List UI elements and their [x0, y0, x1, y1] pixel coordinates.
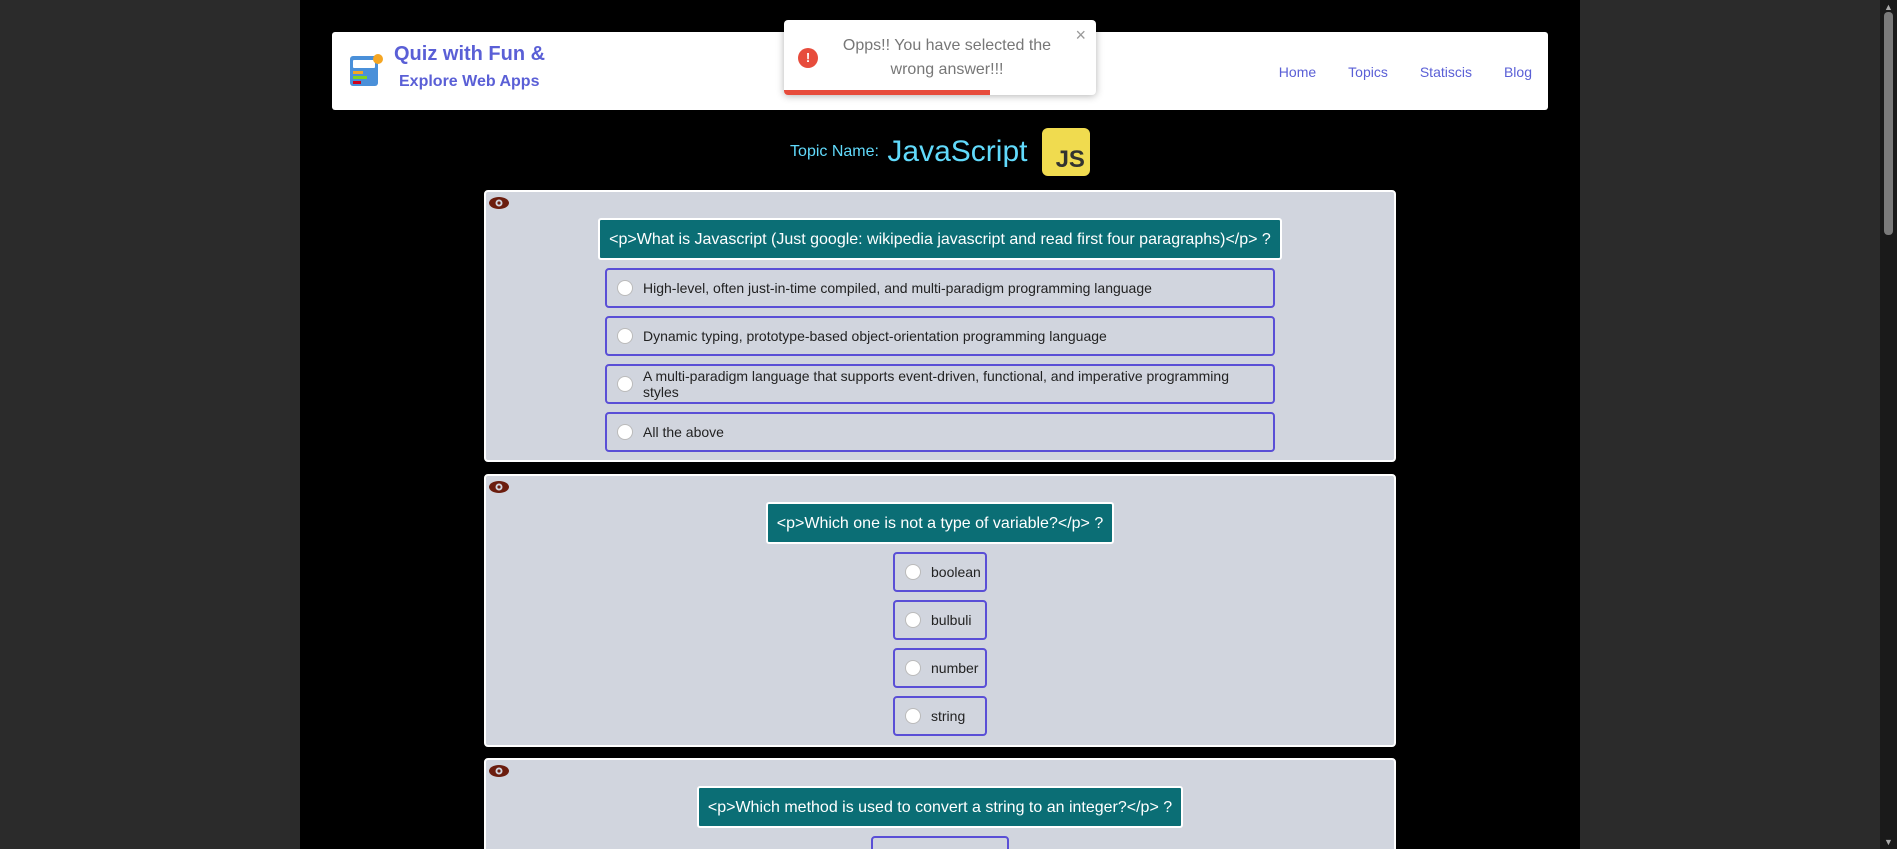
question-text: <p>What is Javascript (Just google: wiki…	[598, 218, 1282, 260]
scroll-down-icon[interactable]: ▼	[1884, 837, 1893, 847]
toast-message: Opps!! You have selected the wrong answe…	[842, 37, 1052, 78]
nav-link-topics[interactable]: Topics	[1348, 64, 1388, 80]
nav-links: Home Topics Statiscis Blog	[1247, 64, 1532, 80]
javascript-logo-icon: JS	[1041, 128, 1090, 176]
eye-icon[interactable]	[488, 196, 510, 210]
answer-option[interactable]: bulbuli	[893, 600, 987, 640]
radio-button[interactable]	[905, 660, 921, 676]
question-card: <p>What is Javascript (Just google: wiki…	[484, 190, 1396, 462]
radio-button[interactable]	[617, 424, 633, 440]
option-label: Dynamic typing, prototype-based object-o…	[643, 328, 1107, 344]
topic-header: Topic Name: JavaScript JS	[300, 128, 1580, 176]
error-toast: ! Opps!! You have selected the wrong ans…	[784, 20, 1096, 95]
question-card: <p>Which method is used to convert a str…	[484, 758, 1396, 849]
radio-button[interactable]	[905, 708, 921, 724]
nav-link-statistics[interactable]: Statiscis	[1420, 64, 1472, 80]
page: Quiz with Fun & Explore Web Apps Home To…	[300, 0, 1580, 849]
radio-button[interactable]	[905, 612, 921, 628]
option-label: All the above	[643, 424, 724, 440]
close-icon[interactable]: ×	[1075, 25, 1086, 46]
options-list	[486, 836, 1394, 849]
nav-link-home[interactable]: Home	[1279, 64, 1316, 80]
question-text: <p>Which one is not a type of variable?<…	[765, 502, 1115, 544]
option-label: A multi-paradigm language that supports …	[643, 368, 1229, 400]
scrollbar[interactable]: ▲ ▼	[1880, 0, 1897, 849]
answer-option[interactable]: A multi-paradigm language that supports …	[605, 364, 1275, 404]
answer-option[interactable]: All the above	[605, 412, 1275, 452]
question-card: <p>Which one is not a type of variable?<…	[484, 474, 1396, 747]
option-label: boolean	[931, 564, 981, 580]
eye-icon[interactable]	[488, 764, 510, 778]
topic-name: JavaScript	[887, 135, 1028, 168]
radio-button[interactable]	[617, 280, 633, 296]
topic-label: Topic Name:	[790, 143, 879, 160]
scroll-up-icon[interactable]: ▲	[1884, 2, 1893, 12]
option-label: number	[931, 660, 979, 676]
question-text: <p>Which method is used to convert a str…	[696, 786, 1184, 828]
brand-line-1[interactable]: Quiz with Fun &	[394, 44, 545, 64]
options-list: boolean bulbuli number string	[486, 552, 1394, 736]
error-icon: !	[798, 48, 818, 68]
option-label: bulbuli	[931, 612, 972, 628]
answer-option[interactable]: string	[893, 696, 987, 736]
answer-option[interactable]: boolean	[893, 552, 987, 592]
toast-progress-bar	[784, 90, 990, 95]
brand-line-2[interactable]: Explore Web Apps	[399, 74, 545, 90]
answer-option[interactable]: number	[893, 648, 987, 688]
answer-option[interactable]: High-level, often just-in-time compiled,…	[605, 268, 1275, 308]
answer-option[interactable]: Dynamic typing, prototype-based object-o…	[605, 316, 1275, 356]
options-list: High-level, often just-in-time compiled,…	[486, 268, 1394, 452]
eye-icon[interactable]	[488, 480, 510, 494]
answer-option[interactable]	[871, 836, 1009, 849]
nav-link-blog[interactable]: Blog	[1504, 64, 1532, 80]
quiz-app-icon[interactable]	[348, 52, 384, 88]
option-label: High-level, often just-in-time compiled,…	[643, 280, 1152, 296]
radio-button[interactable]	[617, 328, 633, 344]
scrollbar-thumb[interactable]	[1884, 12, 1893, 235]
radio-button[interactable]	[905, 564, 921, 580]
js-badge-text: JS	[1055, 146, 1085, 173]
option-label: string	[931, 708, 966, 724]
brand[interactable]: Quiz with Fun & Explore Web Apps	[394, 44, 545, 90]
radio-button[interactable]	[617, 376, 633, 392]
